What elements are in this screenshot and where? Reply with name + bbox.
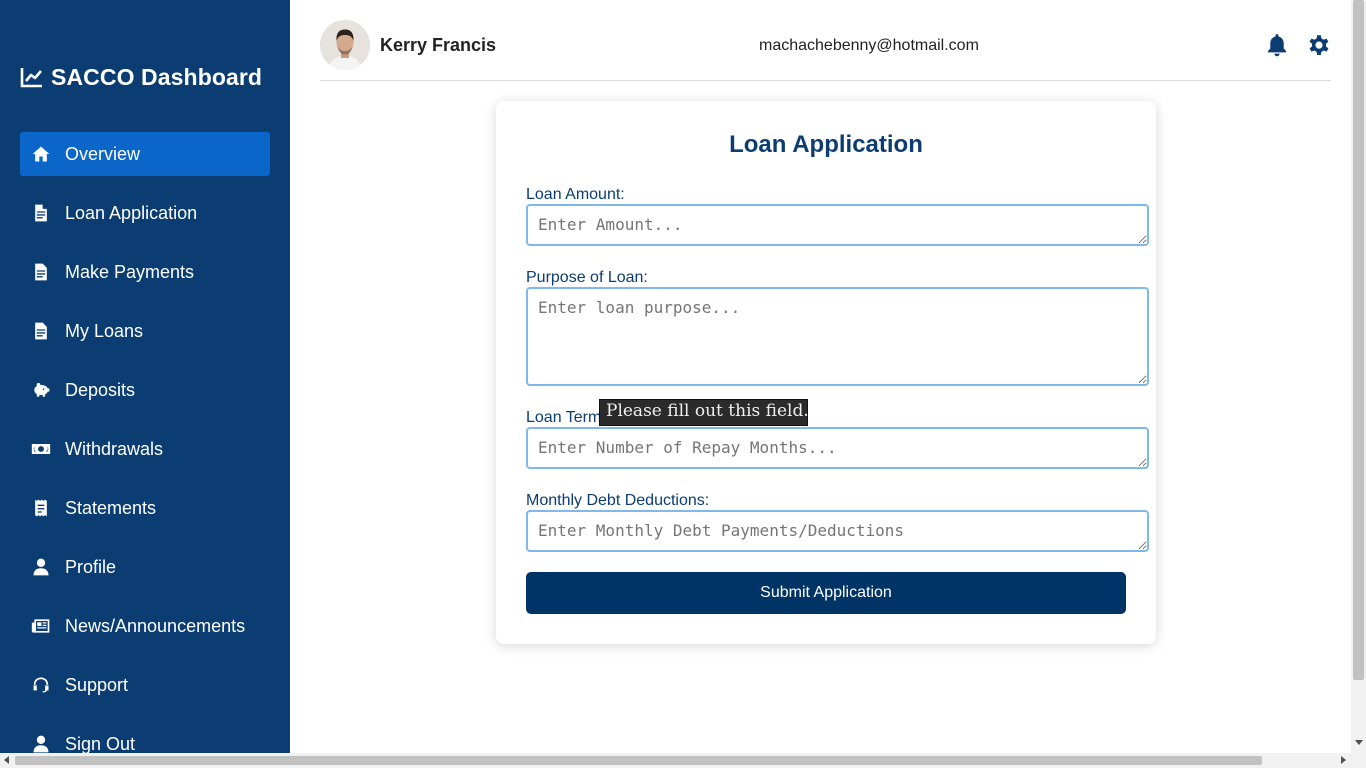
sidebar-item-support[interactable]: Support <box>20 663 270 707</box>
sidebar-item-label: Sign Out <box>65 733 136 754</box>
sidebar-item-label: My Loans <box>65 320 144 341</box>
sidebar: SACCO Dashboard Overview Loan Applicatio… <box>0 0 290 753</box>
card-title: Loan Application <box>729 131 923 158</box>
sidebar-item-label: Statements <box>65 497 157 518</box>
money-bill-icon <box>28 438 54 460</box>
vertical-scroll-thumb[interactable] <box>1353 0 1364 680</box>
sidebar-item-withdrawals[interactable]: Withdrawals <box>20 427 270 471</box>
scroll-right-arrow-icon[interactable] <box>1341 756 1346 764</box>
user-name: Kerry Francis <box>380 35 497 55</box>
sidebar-item-statements[interactable]: Statements <box>20 486 270 530</box>
sidebar-item-overview[interactable]: Overview <box>20 132 270 176</box>
sidebar-item-label: Support <box>65 674 129 695</box>
loan-amount-input[interactable] <box>526 204 1149 246</box>
top-header: Kerry Francis machachebenny@hotmail.com <box>320 0 1331 81</box>
user-email: machachebenny@hotmail.com <box>759 37 979 54</box>
loan-term-input[interactable] <box>526 427 1149 469</box>
piggy-bank-icon <box>28 379 54 401</box>
sidebar-item-label: Make Payments <box>65 261 195 282</box>
bell-icon[interactable] <box>1264 32 1290 58</box>
sidebar-item-my-loans[interactable]: My Loans <box>20 309 270 353</box>
brand-title: SACCO Dashboard <box>51 63 263 90</box>
user-icon <box>28 733 54 753</box>
submit-application-button[interactable]: Submit Application <box>526 572 1126 614</box>
sidebar-item-label: Profile <box>65 556 117 577</box>
monthly-deductions-input[interactable] <box>526 510 1149 552</box>
sidebar-item-label: News/Announcements <box>65 615 246 636</box>
gear-icon[interactable] <box>1306 32 1332 58</box>
loan-purpose-label: Purpose of Loan: <box>526 269 648 286</box>
monthly-deductions-label: Monthly Debt Deductions: <box>526 492 710 509</box>
brand: SACCO Dashboard <box>20 60 262 94</box>
document-icon <box>28 202 54 224</box>
sidebar-item-label: Overview <box>65 143 141 164</box>
sidebar-item-make-payments[interactable]: Make Payments <box>20 250 270 294</box>
sidebar-item-label: Withdrawals <box>65 438 164 459</box>
document-icon <box>28 261 54 283</box>
sidebar-item-deposits[interactable]: Deposits <box>20 368 270 412</box>
horizontal-scrollbar[interactable] <box>0 753 1366 768</box>
sidebar-nav: Overview Loan Application Make Payments … <box>20 132 270 753</box>
loan-purpose-input[interactable] <box>526 287 1149 386</box>
loan-amount-label: Loan Amount: <box>526 186 625 203</box>
sidebar-item-sign-out[interactable]: Sign Out <box>20 722 270 753</box>
vertical-scrollbar[interactable] <box>1351 0 1366 753</box>
horizontal-scroll-thumb[interactable] <box>15 756 1262 765</box>
scroll-left-arrow-icon[interactable] <box>4 756 9 764</box>
line-chart-icon <box>20 68 42 88</box>
sidebar-item-news[interactable]: News/Announcements <box>20 604 270 648</box>
loan-application-card: Loan Application Loan Amount: Purpose of… <box>496 101 1156 644</box>
newspaper-icon <box>28 615 54 637</box>
home-icon <box>28 143 54 165</box>
loan-term-label: Loan Term <box>526 409 602 426</box>
user-icon <box>28 556 54 578</box>
scroll-down-arrow-icon[interactable] <box>1355 740 1363 745</box>
headset-icon <box>28 674 54 696</box>
avatar[interactable] <box>320 20 370 70</box>
sidebar-item-label: Deposits <box>65 379 136 400</box>
sidebar-item-loan-application[interactable]: Loan Application <box>20 191 270 235</box>
sidebar-item-label: Loan Application <box>65 202 198 223</box>
receipt-icon <box>28 497 54 519</box>
validation-tooltip: Please fill out this field. <box>599 399 809 426</box>
document-icon <box>28 320 54 342</box>
sidebar-item-profile[interactable]: Profile <box>20 545 270 589</box>
